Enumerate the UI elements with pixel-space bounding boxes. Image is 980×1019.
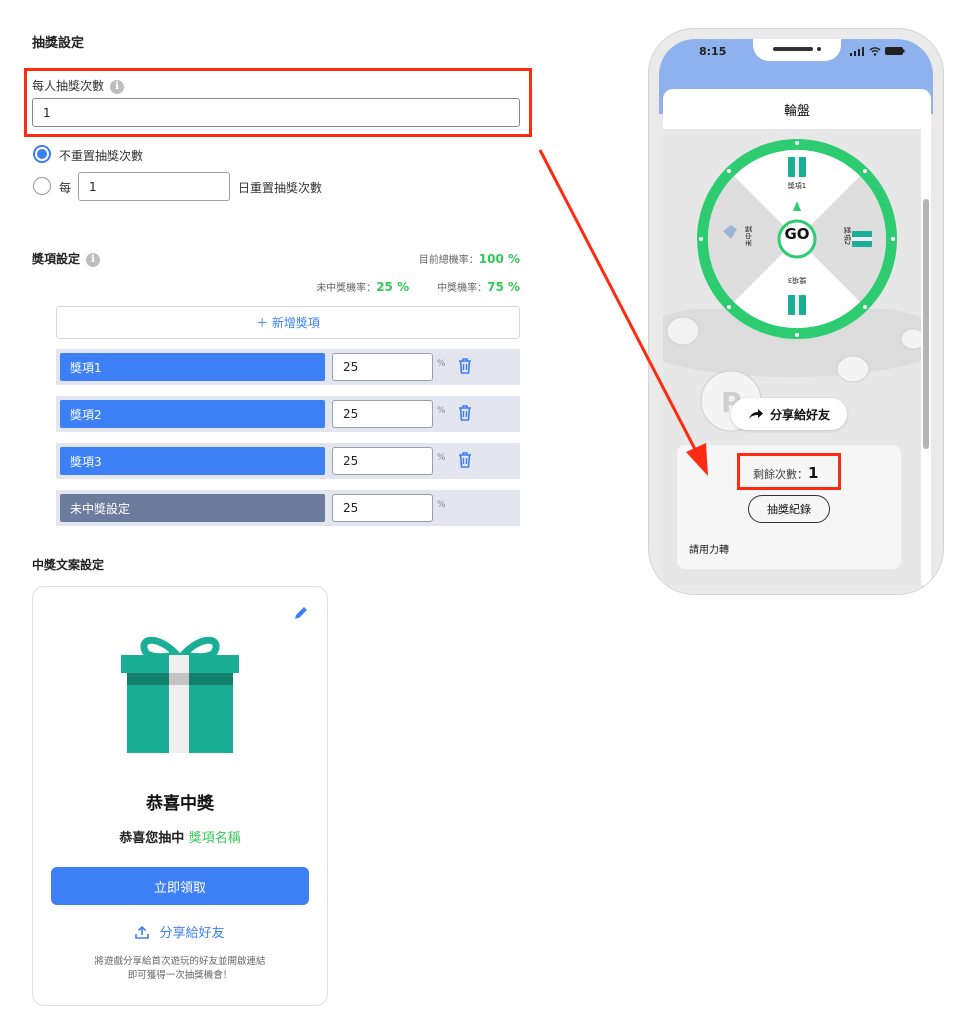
prize-rate-input[interactable]: 25 (332, 447, 433, 475)
info-icon[interactable]: i (86, 252, 101, 267)
phone-preview: 8:15 輪盤 P GO 獎項1 獎項2 獎項3 未中獎 分享給好友 剩餘次數：… (648, 28, 944, 595)
win-heading: 恭喜中獎 (146, 794, 214, 814)
phone-share-button[interactable]: 分享給好友 (731, 398, 847, 430)
percent-sign: % (437, 406, 446, 416)
win-rates: 未中獎機率：25 % 中獎機率：75 % (316, 280, 520, 294)
prize-rate-input[interactable]: 25 (332, 353, 433, 381)
share-footnote: 將遊戲分享給首次遊玩的好友並開啟連結 即可獲得一次抽獎機會！ (94, 956, 266, 981)
share-arrow-icon (748, 409, 763, 419)
draw-history-button[interactable]: 抽獎紀錄 (748, 495, 830, 523)
claim-button[interactable]: 立即領取 (51, 867, 309, 905)
spin-hint-text: 請用力轉 (689, 545, 729, 556)
wheel-segment-label: 獎項1 (787, 182, 807, 190)
prize-settings-title: 獎項設定 i (32, 250, 101, 267)
wheel-segment-label: 未中獎 (745, 225, 753, 247)
prize-row: 獎項3 25 % (56, 443, 520, 479)
wheel-segment-label: 獎項2 (843, 226, 851, 246)
status-time: 8:15 (699, 45, 727, 58)
app-header-title: 輪盤 (663, 89, 931, 129)
radio-daily-reset[interactable] (33, 177, 51, 195)
edit-icon[interactable] (293, 605, 309, 621)
trash-icon[interactable] (458, 452, 472, 468)
phone-notch (753, 39, 841, 61)
percent-sign: % (437, 359, 446, 369)
prize-name-field[interactable]: 獎項1 (60, 353, 325, 381)
prize-rate-input[interactable]: 25 (332, 400, 433, 428)
status-icons (849, 46, 905, 56)
trash-icon[interactable] (458, 358, 472, 374)
add-prize-button[interactable]: ＋ 新增獎項 (56, 306, 520, 339)
reset-days-input[interactable]: 1 (78, 172, 230, 201)
scroll-track[interactable] (921, 129, 931, 585)
radio-no-reset-label: 不重置抽獎次數 (59, 149, 144, 163)
highlight-box (24, 68, 532, 137)
radio-no-reset[interactable] (33, 145, 51, 163)
go-button[interactable]: GO (779, 225, 815, 243)
prize-row: 獎項1 25 % (56, 349, 520, 385)
upload-icon (135, 925, 150, 939)
radio-every-label: 每 (59, 181, 72, 195)
wheel-segment-label: 獎項3 (787, 276, 807, 284)
no-win-rate-input[interactable]: 25 (332, 494, 433, 522)
total-rate: 目前總機率：100 % (418, 252, 520, 266)
highlight-box (737, 453, 841, 490)
share-button[interactable]: 分享給好友 (33, 922, 327, 941)
no-win-name-field: 未中獎設定 (60, 494, 325, 522)
win-message-card: 恭喜中獎 恭喜您抽中 獎項名稱 立即領取 分享給好友 將遊戲分享給首次遊玩的好友… (32, 586, 328, 1006)
trash-icon[interactable] (458, 405, 472, 421)
radio-reset-suffix-label: 日重置抽獎次數 (238, 181, 323, 195)
scroll-thumb[interactable] (923, 199, 929, 449)
battery-icon (885, 47, 905, 55)
percent-sign: % (437, 500, 446, 510)
prize-row: 獎項2 25 % (56, 396, 520, 432)
percent-sign: % (437, 453, 446, 463)
win-subtitle: 恭喜您抽中 獎項名稱 (119, 831, 241, 846)
no-win-row: 未中獎設定 25 % (56, 490, 520, 526)
prize-name-highlight: 獎項名稱 (188, 831, 241, 846)
prize-name-field[interactable]: 獎項3 (60, 447, 325, 475)
prize-name-field[interactable]: 獎項2 (60, 400, 325, 428)
wifi-icon (869, 47, 881, 56)
lottery-settings-title: 抽獎設定 (32, 36, 85, 51)
gift-icon (121, 636, 239, 753)
win-message-title: 中獎文案設定 (32, 558, 105, 572)
signal-icon (850, 47, 864, 56)
